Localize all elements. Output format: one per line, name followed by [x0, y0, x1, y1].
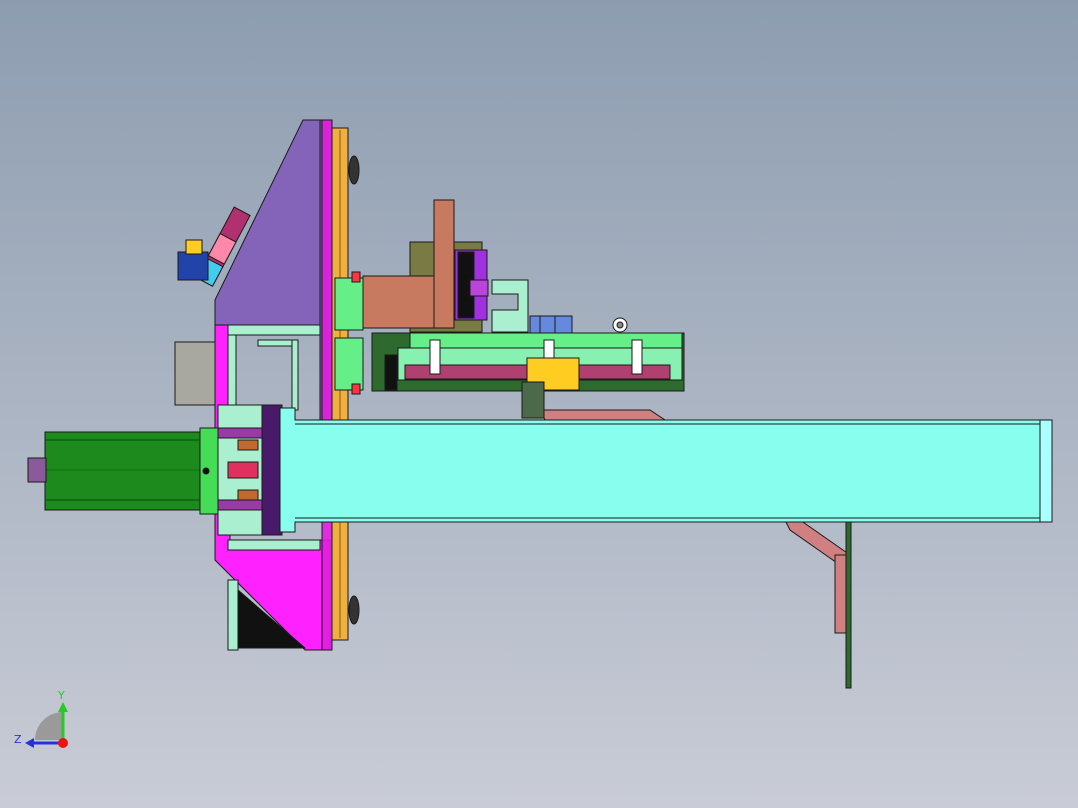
coupling-assembly[interactable] [217, 404, 283, 536]
cad-viewport[interactable]: Y Z [0, 0, 1078, 808]
connector-block[interactable] [177, 251, 209, 281]
servo-motor[interactable] [27, 427, 219, 515]
grey-housing[interactable] [174, 341, 216, 406]
y-axis-label: Y [57, 689, 65, 702]
z-axis-label: Z [14, 733, 22, 746]
cad-canvas[interactable]: Y Z [0, 0, 1078, 808]
main-beam[interactable] [279, 407, 1053, 533]
